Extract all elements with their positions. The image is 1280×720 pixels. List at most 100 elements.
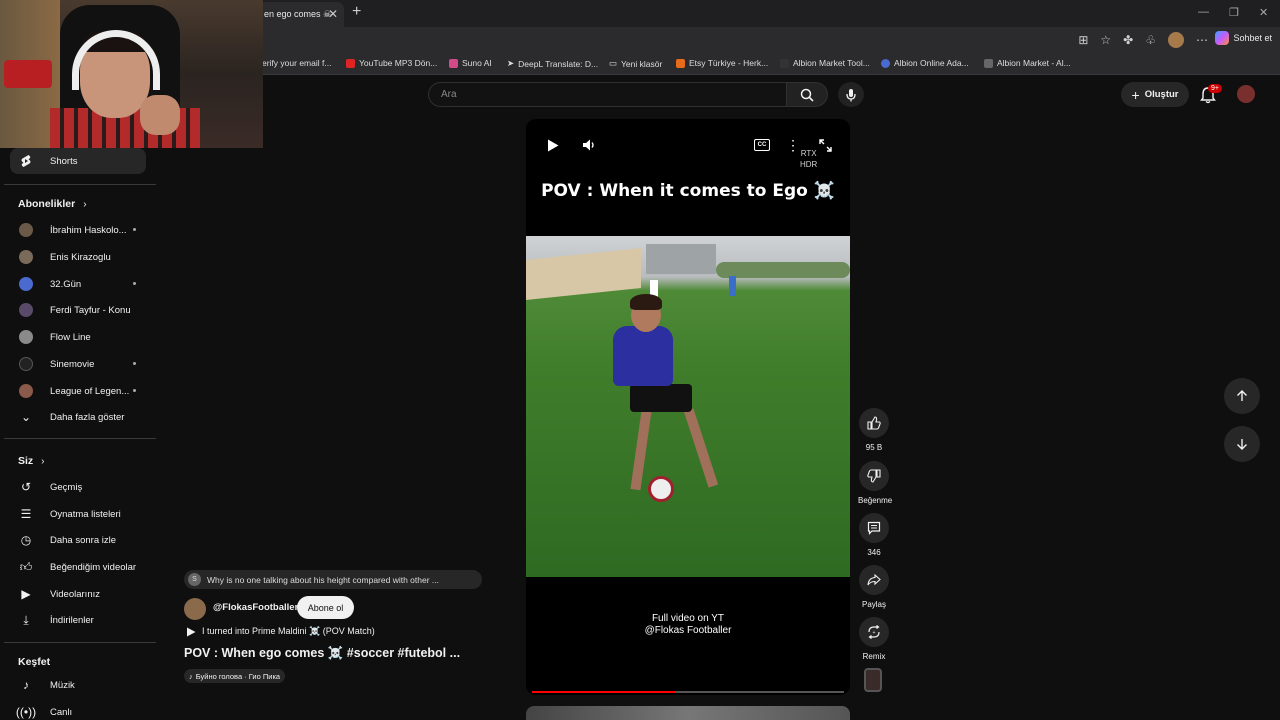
show-more-button[interactable]: ⌄ Daha fazla göster <box>10 404 146 430</box>
browser-tab[interactable]: en ego comes ☠ ✕ <box>254 2 344 27</box>
sidebar-item-subscription[interactable]: Enis Kirazoglu <box>10 244 146 270</box>
comments-button[interactable]: 346 <box>858 513 890 557</box>
search-button[interactable] <box>786 82 828 107</box>
folder-icon: ▭ <box>609 58 618 68</box>
progress-bar[interactable] <box>532 691 844 693</box>
dislike-button[interactable]: Beğenme <box>858 461 892 505</box>
divider <box>4 184 156 185</box>
user-avatar[interactable] <box>1237 85 1255 103</box>
albion-icon <box>780 58 789 68</box>
bookmark-item[interactable]: YouTube MP3 Dön... <box>346 58 437 68</box>
tab-close-icon[interactable]: ✕ <box>328 7 338 21</box>
video-frame <box>526 236 850 577</box>
sidebar-item-music[interactable]: ♪ Müzik <box>10 672 146 698</box>
comment-count: 346 <box>867 548 881 557</box>
previous-short-button[interactable] <box>1224 378 1260 414</box>
webcam-overlay <box>0 0 263 148</box>
sidebar-item-your-videos[interactable]: ▶ Videolarınız <box>10 581 146 607</box>
chevron-down-icon: ⌄ <box>20 410 32 424</box>
channel-avatar <box>19 277 33 291</box>
bookmark-item[interactable]: ▭ Yeni klasör <box>609 58 662 69</box>
share-button[interactable]: Paylaş <box>858 565 890 609</box>
arrow-up-icon <box>1237 390 1247 401</box>
tab-title: en ego comes ☠ <box>264 9 332 19</box>
you-header[interactable]: Siz › <box>18 455 45 467</box>
like-button[interactable]: 95 B <box>858 408 890 452</box>
bookmark-item[interactable]: Albion Online Ada... <box>881 58 969 68</box>
shorts-player[interactable]: CC ⋮ RTX HDR POV : When it comes to Ego ☠… <box>526 119 850 695</box>
bookmark-item[interactable]: erify your email f... <box>262 58 331 68</box>
new-tab-icon[interactable]: + <box>352 3 361 21</box>
sidebar-item-playlists[interactable]: ☰ Oynatma listeleri <box>10 501 146 527</box>
channel-avatar <box>19 303 33 317</box>
history-icon: ↺ <box>20 480 32 494</box>
next-short-button[interactable] <box>1224 426 1260 462</box>
subscribe-button[interactable]: Abone ol <box>297 596 354 619</box>
create-button[interactable]: + Oluştur <box>1121 82 1189 107</box>
sidebar-item-history[interactable]: ↺ Geçmiş <box>10 474 146 500</box>
play-icon[interactable] <box>544 136 562 154</box>
split-screen-icon[interactable]: ⊞ <box>1078 33 1088 47</box>
deepl-icon: ➤ <box>507 58 515 68</box>
play-small-icon <box>187 627 196 636</box>
video-title-overlay: POV : When it comes to Ego ☠️ <box>541 181 835 201</box>
sidebar-item-live[interactable]: ((•)) Canlı <box>10 699 146 720</box>
music-chip[interactable]: ♪ Буйно голова · Гио Пика <box>184 669 286 683</box>
copilot-button[interactable]: Sohbet et <box>1215 31 1272 45</box>
shorts-icon <box>18 153 34 169</box>
sidebar-item-liked-videos[interactable]: 👍︎ Beğendiğim videolar <box>10 554 146 580</box>
video-icon: ▶ <box>21 587 31 601</box>
sidebar-item-subscription[interactable]: League of Legen... <box>10 378 146 404</box>
profile-icon[interactable] <box>1168 32 1184 48</box>
extensions-icon[interactable]: ✤ <box>1123 33 1133 47</box>
bookmark-item[interactable]: ➤ DeepL Translate: D... <box>507 58 598 69</box>
bookmark-item[interactable]: Suno AI <box>449 58 492 68</box>
short-title[interactable]: POV : When ego comes ☠️ #soccer #futebol… <box>184 646 460 661</box>
new-content-dot <box>133 389 136 392</box>
sidebar-item-subscription[interactable]: Sinemovie <box>10 351 146 377</box>
suno-icon <box>449 58 458 68</box>
volume-icon[interactable] <box>580 136 598 154</box>
microphone-icon <box>846 88 856 101</box>
more-menu-icon[interactable]: ⋯ <box>1196 33 1208 47</box>
voice-search-button[interactable] <box>838 82 864 107</box>
sidebar-item-subscription[interactable]: İbrahim Haskolo... <box>10 217 146 243</box>
sidebar-item-subscription[interactable]: 32.Gün <box>10 271 146 297</box>
channel-name[interactable]: @FlokasFootballer <box>213 602 298 613</box>
restore-icon[interactable]: ❐ <box>1229 6 1239 19</box>
sidebar-item-watch-later[interactable]: ◷ Daha sonra izle <box>10 527 146 553</box>
chevron-right-icon: › <box>83 199 87 210</box>
sidebar-item-subscription[interactable]: Ferdi Tayfur - Konu <box>10 297 146 323</box>
top-comment-text: Why is no one talking about his height c… <box>207 574 439 585</box>
share-icon <box>867 574 881 586</box>
next-short-preview[interactable] <box>526 706 850 720</box>
bookmark-item[interactable]: Albion Market - Al... <box>984 58 1071 68</box>
bookmark-item[interactable]: Etsy Türkiye - Herk... <box>676 58 768 68</box>
bookmark-item[interactable]: Albion Market Tool... <box>780 58 870 68</box>
thumbs-down-icon <box>867 469 881 483</box>
arrow-down-icon <box>1237 439 1247 450</box>
sidebar-item-shorts[interactable]: Shorts <box>10 148 146 174</box>
remix-button[interactable]: + Remix <box>858 617 890 661</box>
sidebar-item-downloads[interactable]: ⤓ İndirilenler <box>10 607 146 633</box>
captions-icon[interactable]: CC <box>754 139 770 151</box>
svg-text:+: + <box>873 630 876 636</box>
new-content-dot <box>133 228 136 231</box>
close-window-icon[interactable]: ✕ <box>1259 6 1268 19</box>
minimize-icon[interactable]: — <box>1198 6 1209 18</box>
sound-thumbnail[interactable] <box>864 668 882 692</box>
divider <box>4 642 156 643</box>
sidebar-item-label: Shorts <box>50 155 78 167</box>
top-comment-chip[interactable]: S Why is no one talking about his height… <box>184 570 482 589</box>
favorite-star-icon[interactable]: ☆ <box>1100 33 1111 47</box>
collections-icon[interactable]: ♧ <box>1145 33 1156 47</box>
subscriptions-header[interactable]: Abonelikler › <box>18 198 87 210</box>
like-count: 95 B <box>865 443 883 452</box>
channel-avatar[interactable] <box>184 598 206 620</box>
linked-video[interactable]: I turned into Prime Maldini ☠️ (POV Matc… <box>186 626 375 637</box>
search-input[interactable]: Ara <box>428 82 787 107</box>
download-icon: ⤓ <box>23 612 29 627</box>
sidebar-item-subscription[interactable]: Flow Line <box>10 324 146 350</box>
thumbs-up-icon <box>867 416 881 430</box>
progress-fill <box>532 691 676 693</box>
